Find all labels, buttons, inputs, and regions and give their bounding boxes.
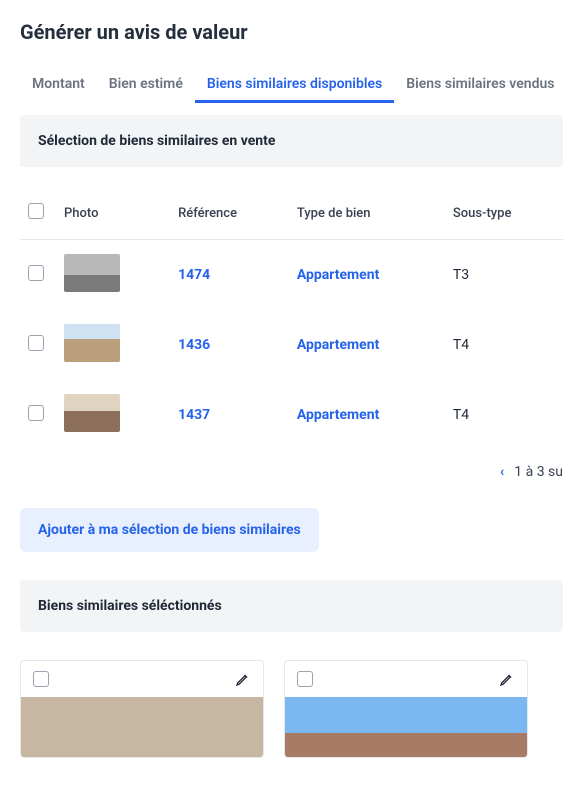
reference-link[interactable]: 1474 [170, 240, 289, 311]
property-thumbnail[interactable] [64, 324, 120, 362]
table-row: 1474 Appartement T3 [20, 240, 563, 311]
reference-link[interactable]: 1436 [170, 310, 289, 380]
selected-card [284, 660, 528, 758]
pagination-text: 1 à 3 su [514, 464, 563, 480]
edit-icon[interactable] [499, 671, 515, 687]
card-image [285, 697, 527, 757]
tab-biens-similaires-disponibles[interactable]: Biens similaires disponibles [195, 68, 394, 103]
property-thumbnail[interactable] [64, 394, 120, 432]
type-link[interactable]: Appartement [289, 310, 445, 380]
type-link[interactable]: Appartement [289, 240, 445, 311]
table-row: 1436 Appartement T4 [20, 310, 563, 380]
card-checkbox[interactable] [33, 671, 49, 687]
select-all-checkbox[interactable] [28, 203, 44, 219]
col-reference: Référence [170, 195, 289, 240]
pagination: ‹ 1 à 3 su [20, 464, 563, 480]
tab-bien-estime[interactable]: Bien estimé [97, 68, 195, 103]
section-title-sale: Sélection de biens similaires en vente [20, 115, 563, 167]
tabs: Montant Bien estimé Biens similaires dis… [20, 68, 563, 103]
selected-card [20, 660, 264, 758]
subtype-cell: T4 [445, 310, 563, 380]
reference-link[interactable]: 1437 [170, 380, 289, 450]
card-checkbox[interactable] [297, 671, 313, 687]
selected-cards [20, 660, 563, 758]
type-link[interactable]: Appartement [289, 380, 445, 450]
tab-biens-similaires-vendus[interactable]: Biens similaires vendus [394, 68, 563, 103]
subtype-cell: T4 [445, 380, 563, 450]
edit-icon[interactable] [235, 671, 251, 687]
add-to-selection-button[interactable]: Ajouter à ma sélection de biens similair… [20, 508, 319, 552]
row-checkbox[interactable] [28, 405, 44, 421]
page-title: Générer un avis de valeur [20, 20, 563, 44]
col-subtype: Sous-type [445, 195, 563, 240]
similar-properties-table: Photo Référence Type de bien Sous-type 1… [20, 195, 563, 450]
property-thumbnail[interactable] [64, 254, 120, 292]
card-image [21, 697, 263, 757]
tab-montant[interactable]: Montant [20, 68, 97, 103]
col-photo: Photo [56, 195, 170, 240]
row-checkbox[interactable] [28, 265, 44, 281]
chevron-left-icon[interactable]: ‹ [500, 464, 504, 480]
table-row: 1437 Appartement T4 [20, 380, 563, 450]
subtype-cell: T3 [445, 240, 563, 311]
row-checkbox[interactable] [28, 335, 44, 351]
section-title-selected: Biens similaires séléctionnés [20, 580, 563, 632]
col-type: Type de bien [289, 195, 445, 240]
